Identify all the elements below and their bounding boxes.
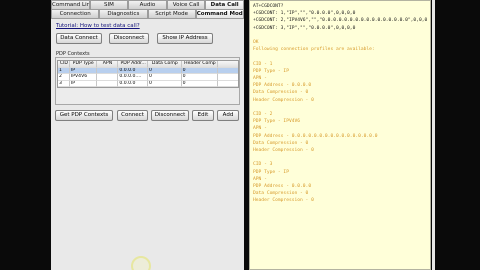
log-response-line: Header Compression - 0 [253, 198, 314, 204]
log-command-line: +CGDCONT: 2,"IPV4V6","","0.0.0.0.0.0.0.0… [253, 18, 427, 24]
tab-connection[interactable]: Connection [51, 9, 100, 18]
log-response-line: PDP Type - IPV4V6 [253, 119, 301, 125]
log-response-line: PDP Type - IP [253, 68, 289, 74]
add-button[interactable]: Add [217, 110, 239, 121]
tab-diagnostics[interactable]: Diagnostics [99, 9, 148, 18]
data-connect-button[interactable]: Data Connect [56, 33, 102, 44]
tool-panel: Command Line SIM Audio Voice Call Data C… [51, 0, 244, 270]
log-response-line: Data Compression - 0 [253, 191, 309, 197]
log-blank-line [253, 154, 427, 161]
log-response-line: Header Compression - 0 [253, 97, 314, 103]
connect-button[interactable]: Connect [117, 110, 148, 121]
tutorial-link[interactable]: Tutorial: How to test data call? [56, 23, 140, 29]
log-command-line: +CGDCONT: 3,"IP","","0.0.0.0",0,0,0,0 [253, 25, 356, 31]
cell-cid: 3 [58, 80, 70, 87]
table-row[interactable]: 3 IP 0.0.0.0 0 0 [58, 80, 238, 87]
tab-sim[interactable]: SIM [89, 0, 129, 9]
cell-extra [218, 81, 238, 87]
tab-command-line[interactable]: Command Line [51, 0, 90, 9]
disconnect-button[interactable]: Disconnect [109, 33, 149, 44]
pdp-disconnect-button[interactable]: Disconnect [151, 110, 189, 121]
log-response-line: Data Compression - 0 [253, 140, 309, 146]
tab-row-secondary: Connection Diagnostics Script Mode Comma… [51, 9, 244, 18]
log-response-line: APN - [253, 76, 267, 81]
log-blank-line [253, 32, 427, 39]
cell-header-comp: 0 [181, 80, 219, 87]
response-log-panel[interactable]: AT+CGDCONT? +CGDCONT: 1,"IP","","0.0.0.0"… [249, 0, 431, 270]
tab-command-mode[interactable]: Command Mode [195, 9, 244, 18]
log-response-line: OK [253, 40, 259, 45]
log-response-line: Following connection profiles are availa… [253, 47, 375, 53]
log-response-line: CID - 1 [253, 61, 273, 67]
log-response-line: APN - [253, 126, 267, 132]
tab-row-primary: Command Line SIM Audio Voice Call Data C… [51, 0, 244, 9]
pdp-contexts-table: CID PDP Type APN PDP Addr... Data Comp H… [57, 60, 239, 88]
data-call-content: Tutorial: How to test data call? Data Co… [51, 18, 244, 270]
log-blank-line [253, 53, 427, 60]
log-response-line: PDP Address - 0.0.0.0.0.0.0.0.0.0.0.0.0.… [253, 133, 378, 139]
cell-apn [96, 80, 119, 87]
log-response-line: APN - [253, 176, 267, 182]
tab-script-mode[interactable]: Script Mode [147, 9, 196, 18]
log-blank-line [253, 104, 427, 111]
get-pdp-contexts-button[interactable]: Get PDP Contexts [55, 110, 113, 121]
log-response-line: PDP Type - IP [253, 169, 289, 175]
scrollbar-track[interactable] [432, 0, 435, 270]
cell-pdp-address: 0.0.0.0 [118, 80, 149, 87]
cell-pdp-type: IP [69, 80, 97, 87]
mouse-cursor-highlight [131, 256, 151, 270]
log-response-line: Header Compression - 0 [253, 148, 314, 154]
log-response-line: CID - 3 [253, 162, 273, 168]
log-command-line: +CGDCONT: 1,"IP","","0.0.0.0",0,0,0,0 [253, 11, 356, 17]
log-response-line: PDP Address - 0.0.0.0 [253, 184, 312, 190]
show-ip-address-button[interactable]: Show IP Address [157, 33, 213, 44]
log-response-line: Data Compression - 0 [253, 90, 309, 96]
log-command-line: AT+CGDCONT? [253, 4, 284, 9]
log-response-line: PDP Address - 0.0.0.0 [253, 83, 312, 89]
edit-button[interactable]: Edit [192, 110, 214, 121]
pdp-contexts-group: CID PDP Type APN PDP Addr... Data Comp H… [55, 57, 240, 105]
cell-data-comp: 0 [148, 80, 182, 87]
log-response-line: CID - 2 [253, 112, 273, 117]
tab-voice-call[interactable]: Voice Call [166, 0, 206, 9]
tab-audio[interactable]: Audio [128, 0, 167, 9]
tab-data-call[interactable]: Data Call [205, 0, 244, 9]
